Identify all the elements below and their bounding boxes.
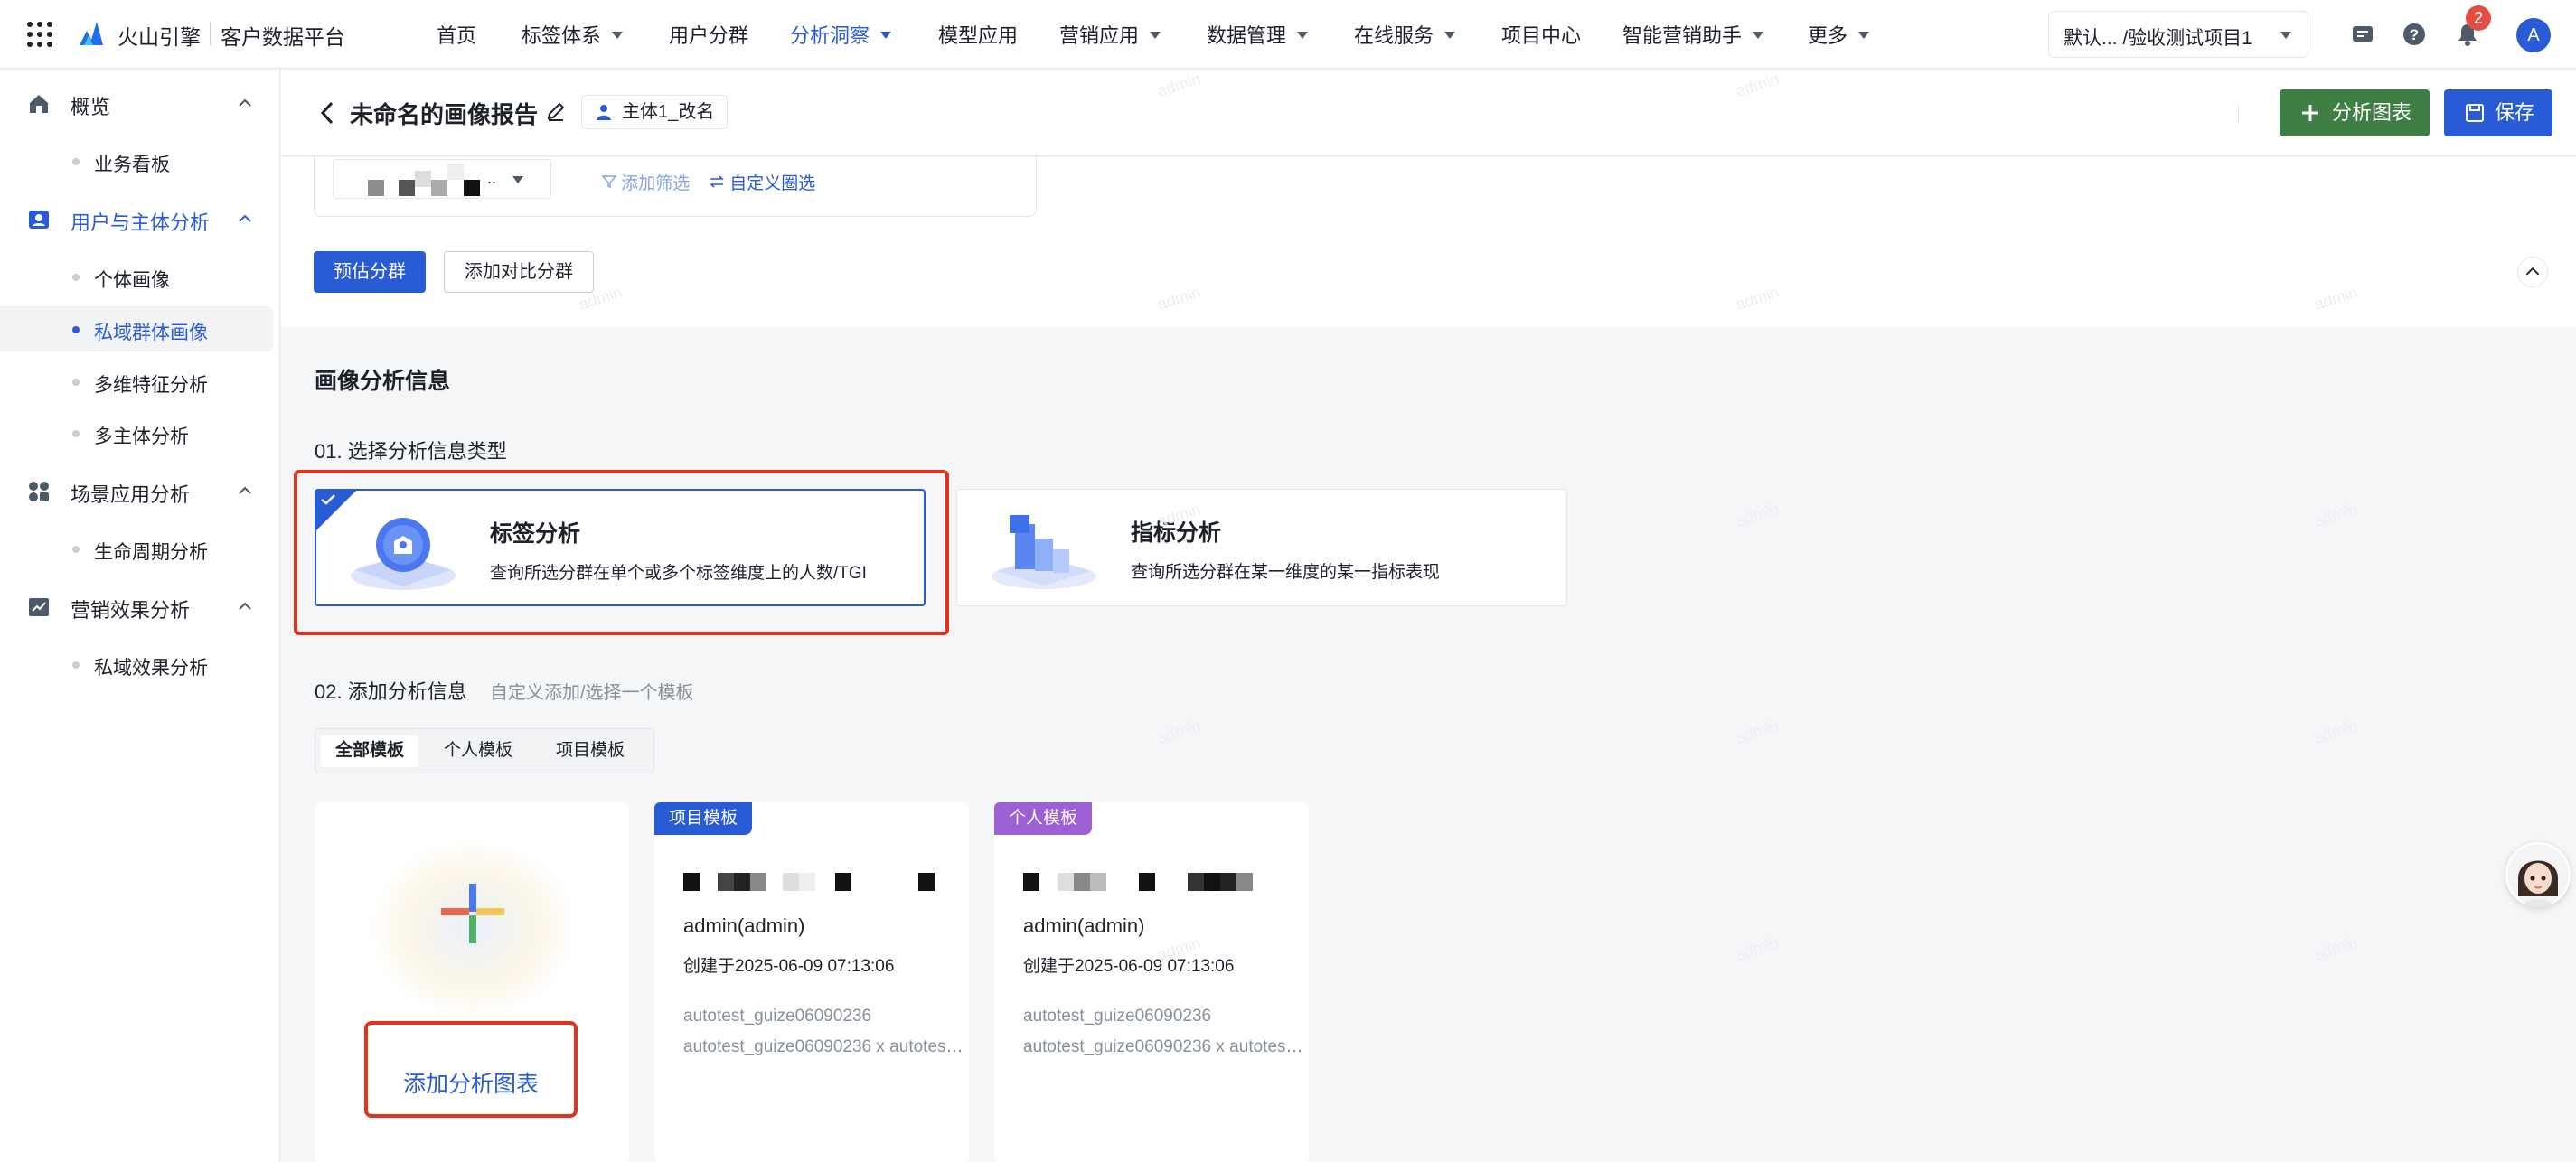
nav-more[interactable]: 更多 [1808,20,1870,49]
chevron-up-icon[interactable] [237,598,253,614]
chevron-up-icon[interactable] [237,211,253,227]
home-icon [30,95,48,113]
watermark: admin [1733,499,1782,531]
sidebar-group-overview[interactable]: 概览 [0,80,280,126]
sidebar-item-multi-subject-analysis[interactable]: 多主体分析 [0,410,273,455]
app-grid-icon[interactable] [27,22,52,47]
sidebar-item-private-effect-analysis[interactable]: 私域效果分析 [0,642,273,687]
tab-personal-templates[interactable]: 个人模板 [429,735,527,767]
product-name[interactable]: 客户数据平台 [221,20,345,51]
sidebar-group-marketing-effect[interactable]: 营销效果分析 [0,584,280,629]
sidebar: 概览 业务看板 用户与主体分析 个体画像 私域群体画像 多维特征分析 多主体分析… [0,70,280,1162]
nav-home[interactable]: 首页 [437,20,476,49]
top-navigation: 火山引擎 客户数据平台 首页 标签体系 用户分群 分析洞察 模型应用 营销应用 … [0,0,2576,69]
watermark: admin [1154,716,1203,748]
custom-circle-link[interactable]: 自定义圈选 [709,170,815,194]
masked-template-name [683,873,935,891]
nav-model-app[interactable]: 模型应用 [938,20,1018,49]
brand-divider [210,22,211,45]
user-card-icon [29,211,49,229]
annotation-highlight-box [364,1021,578,1118]
project-selector[interactable]: 默认... /验收测试项目1 [2048,11,2308,58]
apps-icon [29,482,49,501]
person-icon [597,105,611,120]
template-tabs: 全部模板 个人模板 项目模板 [315,728,654,773]
help-icon[interactable]: ? [2402,22,2427,47]
back-arrow-icon[interactable] [317,100,337,126]
add-analysis-chart-button[interactable]: 分析图表 [2280,89,2430,136]
message-icon[interactable] [2350,22,2375,47]
template-card-project[interactable]: 项目模板 admin(admin) 创建于2025-06-09 07:13:06… [654,802,969,1162]
add-filter-link[interactable]: 添加筛选 [601,170,690,194]
masked-segment-select[interactable]: .. [333,159,551,199]
sidebar-item-lifecycle-analysis[interactable]: 生命周期分析 [0,526,273,571]
tab-all-templates[interactable]: 全部模板 [321,735,419,767]
nav-smart-marketing-assistant[interactable]: 智能营销助手 [1622,20,1764,49]
chevron-up-icon[interactable] [237,483,253,499]
metric-analysis-illustration-icon [992,515,1096,589]
nav-marketing-app[interactable]: 营销应用 [1059,20,1161,49]
assistant-avatar-button[interactable] [2505,842,2571,907]
colorful-plus-icon [441,884,504,943]
watermark: admin [2311,499,2360,531]
trend-icon [29,598,49,616]
nav-tag-system[interactable]: 标签体系 [522,20,624,49]
segment-filter-panel: .. 添加筛选 自定义圈选 预估分群 添加对比分群 [281,154,2576,327]
edit-icon[interactable] [545,100,567,122]
user-avatar[interactable]: A [2516,18,2551,52]
estimate-segment-button[interactable]: 预估分群 [314,251,426,293]
watermark: admin [2311,932,2360,965]
template-tag: 个人模板 [994,802,1093,835]
sidebar-item-business-dashboard[interactable]: 业务看板 [0,138,273,183]
step2-hint: 自定义添加/选择一个模板 [490,683,694,703]
masked-template-name [1023,873,1253,891]
template-card-personal[interactable]: 个人模板 admin(admin) 创建于2025-06-09 07:13:06… [994,802,1309,1162]
sidebar-group-user-subject-analysis[interactable]: 用户与主体分析 [0,196,280,241]
type-card-metric-analysis[interactable]: 指标分析 查询所选分群在某一维度的某一指标表现 [956,489,1567,606]
annotation-highlight-box [294,470,949,635]
filter-icon [601,175,617,189]
watermark: admin [2311,716,2360,748]
assistant-avatar-icon [2507,844,2569,907]
report-title: 未命名的画像报告 [350,101,539,128]
sidebar-item-multi-feature-analysis[interactable]: 多维特征分析 [0,359,273,404]
plus-icon [2302,105,2318,121]
nav-project-center[interactable]: 项目中心 [1501,20,1581,49]
sidebar-item-private-group-portrait[interactable]: 私域群体画像 [0,306,273,351]
watermark: admin [1733,932,1782,965]
save-icon [2466,104,2484,122]
nav-data-management[interactable]: 数据管理 [1207,20,1309,49]
section-title: 画像分析信息 [315,369,451,394]
nav-online-service[interactable]: 在线服务 [1354,20,1456,49]
save-button[interactable]: 保存 [2444,89,2552,136]
add-compare-segment-button[interactable]: 添加对比分群 [444,251,594,293]
nav-analysis-insight[interactable]: 分析洞察 [790,20,892,49]
step1-title: 01. 选择分析信息类型 [315,440,507,463]
tab-project-templates[interactable]: 项目模板 [541,735,639,767]
brand-name[interactable]: 火山引擎 [118,20,201,51]
header-divider [2238,104,2239,124]
watermark: admin [1733,716,1782,748]
filter-box: .. 添加筛选 自定义圈选 [314,154,1037,217]
report-header: 未命名的画像报告 主体1_改名 分析图表 保存 [281,70,2576,156]
chevron-up-icon[interactable] [237,95,253,111]
volcengine-logo [80,22,103,45]
subject-tag[interactable]: 主体1_改名 [581,95,729,129]
step2-title: 02. 添加分析信息 [315,680,467,703]
swap-icon [710,175,724,188]
sidebar-group-scene-analysis[interactable]: 场景应用分析 [0,468,280,513]
template-tag: 项目模板 [654,802,753,835]
collapse-chevron-icon[interactable] [2517,257,2548,287]
nav-user-segment[interactable]: 用户分群 [669,20,748,49]
svg-text:?: ? [2410,26,2419,43]
notification-badge: 2 [2466,5,2491,31]
sidebar-item-individual-portrait[interactable]: 个体画像 [0,254,273,299]
